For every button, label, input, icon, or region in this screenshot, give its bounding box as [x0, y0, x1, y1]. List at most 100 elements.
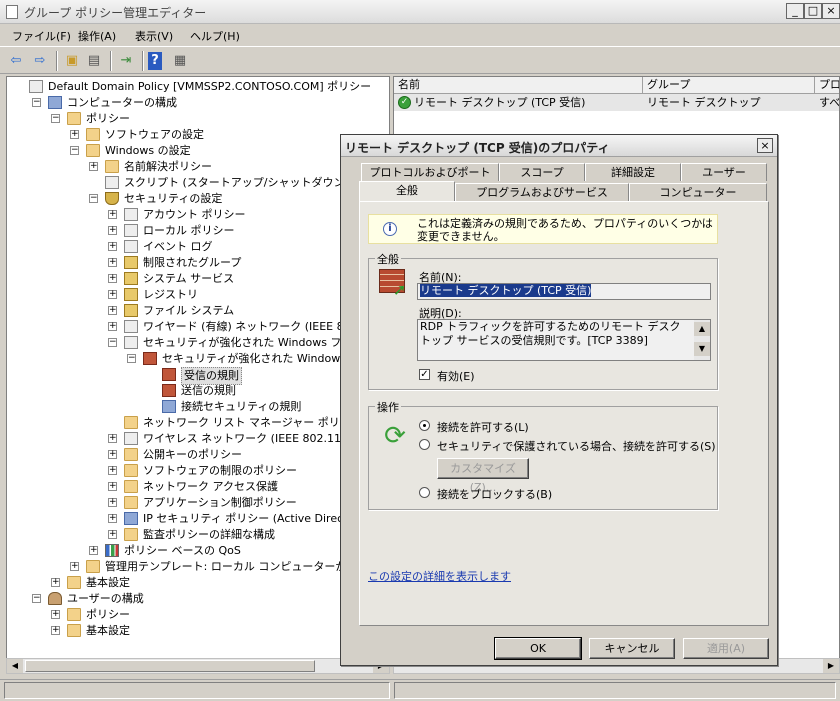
tree-item-label: 基本設定 — [86, 624, 130, 637]
menu-view[interactable]: 表示(V) — [135, 28, 173, 44]
menu-help[interactable]: ヘルプ(H) — [190, 28, 240, 44]
customize-button[interactable]: カスタマイズ(Z)... — [437, 458, 529, 494]
tab-users[interactable]: ユーザー — [681, 163, 767, 181]
tree-item-label: 基本設定 — [86, 576, 130, 589]
window-title: グループ ポリシー管理エディター — [24, 6, 207, 20]
expand-icon[interactable]: + — [108, 210, 117, 219]
export-list-icon[interactable]: ⇥ — [116, 52, 136, 70]
help-icon[interactable]: ? — [148, 52, 162, 70]
enabled-checkbox[interactable]: ✓ — [419, 369, 430, 380]
expand-icon[interactable]: + — [108, 290, 117, 299]
scroll-up-arrow-icon[interactable]: ▲ — [694, 322, 710, 336]
column-header-profile[interactable]: プロ — [815, 77, 839, 94]
expand-icon[interactable]: + — [108, 482, 117, 491]
expand-icon[interactable]: + — [89, 162, 98, 171]
folder-icon — [86, 128, 100, 141]
dialog-close-button[interactable]: × — [757, 138, 773, 153]
app-icon — [6, 5, 18, 19]
folder-icon — [67, 112, 81, 125]
collapse-icon[interactable]: − — [51, 114, 60, 123]
description-scrollbar[interactable]: ▲ ▼ — [694, 320, 710, 360]
tab-computers[interactable]: コンピューター — [629, 183, 767, 201]
folder-icon — [67, 576, 81, 589]
block-connection-radio[interactable] — [419, 487, 430, 498]
expand-icon[interactable]: + — [70, 130, 79, 139]
expand-icon[interactable]: + — [108, 466, 117, 475]
tree-item-label: セキュリティの設定 — [124, 192, 223, 205]
expand-icon[interactable]: + — [51, 610, 60, 619]
tree-item-label: ソフトウェアの制限のポリシー — [143, 464, 297, 477]
expand-icon[interactable]: + — [108, 306, 117, 315]
properties-icon[interactable]: ▦ — [170, 52, 190, 70]
dialog-title-bar: リモート デスクトップ (TCP 受信)のプロパティ × — [341, 135, 777, 157]
status-cell — [394, 682, 836, 699]
expand-icon[interactable]: + — [108, 498, 117, 507]
table-row[interactable]: ✓ リモート デスクトップ (TCP 受信) リモート デスクトップ すべ — [394, 94, 839, 111]
collapse-icon[interactable]: − — [108, 338, 117, 347]
scroll-right-arrow-icon[interactable]: ▶ — [823, 659, 839, 673]
collapse-icon[interactable]: − — [127, 354, 136, 363]
back-arrow-icon[interactable]: ⇦ — [6, 52, 26, 70]
expand-icon[interactable]: + — [108, 514, 117, 523]
scroll-left-arrow-icon[interactable]: ◀ — [7, 659, 23, 673]
minimize-button[interactable]: _ — [786, 3, 804, 19]
tab-protocols-ports[interactable]: プロトコルおよびポート — [361, 163, 499, 181]
expand-icon[interactable]: + — [89, 546, 98, 555]
collapse-icon[interactable]: − — [70, 146, 79, 155]
info-icon: i — [383, 222, 397, 236]
expand-icon[interactable]: + — [70, 562, 79, 571]
dialog-title: リモート デスクトップ (TCP 受信)のプロパティ — [345, 141, 610, 155]
tab-general[interactable]: 全般 — [359, 181, 455, 201]
expand-icon[interactable]: + — [51, 578, 60, 587]
tab-scope[interactable]: スコープ — [499, 163, 585, 181]
collapse-icon[interactable]: − — [89, 194, 98, 203]
expand-icon[interactable]: + — [108, 530, 117, 539]
expand-icon[interactable]: + — [108, 434, 117, 443]
folder-icon — [67, 624, 81, 637]
allow-connection-radio[interactable] — [419, 420, 430, 431]
tab-programs-services[interactable]: プログラムおよびサービス — [455, 183, 629, 201]
expand-icon[interactable]: + — [108, 258, 117, 267]
show-hide-tree-icon[interactable]: ▤ — [84, 52, 104, 70]
expand-icon[interactable]: + — [108, 226, 117, 235]
enabled-label: 有効(E) — [437, 370, 475, 383]
menu-file[interactable]: ファイル(F) — [12, 28, 71, 44]
wall-icon — [162, 368, 176, 381]
folder-icon — [124, 448, 138, 461]
ok-button[interactable]: OK — [494, 637, 582, 660]
info-banner: i これは定義済みの規則であるため、プロパティのいくつかは変更できません。 — [368, 214, 718, 244]
toolbar: ⇦ ⇨ ▣ ▤ ⇥ ? ▦ — [0, 46, 840, 74]
allow-secure-radio[interactable] — [419, 439, 430, 450]
description-value: RDP トラフィックを許可するためのリモート デスクトップ サービスの受信規則で… — [420, 320, 681, 347]
description-field[interactable]: RDP トラフィックを許可するためのリモート デスクトップ サービスの受信規則で… — [417, 319, 711, 361]
learn-more-link[interactable]: この設定の詳細を表示します — [368, 568, 511, 584]
rule-enabled-icon: ✓ — [398, 96, 411, 109]
doc-icon — [105, 176, 119, 189]
forward-arrow-icon[interactable]: ⇨ — [30, 52, 50, 70]
cancel-button[interactable]: キャンセル — [589, 638, 675, 659]
collapse-icon[interactable]: − — [32, 594, 41, 603]
apply-button[interactable]: 適用(A) — [683, 638, 769, 659]
scroll-down-arrow-icon[interactable]: ▼ — [694, 342, 710, 356]
column-header-name[interactable]: 名前 — [394, 77, 643, 94]
name-field[interactable]: リモート デスクトップ (TCP 受信) — [417, 283, 711, 300]
maximize-button[interactable]: □ — [804, 3, 822, 19]
up-folder-icon[interactable]: ▣ — [62, 52, 82, 70]
column-header-group[interactable]: グループ — [643, 77, 815, 94]
expand-icon[interactable]: + — [108, 322, 117, 331]
general-tab-panel: i これは定義済みの規則であるため、プロパティのいくつかは変更できません。 全般… — [359, 201, 769, 626]
action-group-title: 操作 — [375, 399, 401, 415]
collapse-icon[interactable]: − — [32, 98, 41, 107]
tree-item-label: ポリシー — [86, 112, 130, 125]
tree-item-label: ユーザーの構成 — [67, 592, 144, 605]
tree-item-label: Default Domain Policy [VMMSSP2.CONTOSO.C… — [48, 80, 372, 93]
tree-horizontal-scrollbar[interactable]: ◀ ▶ — [6, 658, 390, 674]
close-button[interactable]: × — [822, 3, 840, 19]
expand-icon[interactable]: + — [108, 450, 117, 459]
expand-icon[interactable]: + — [108, 274, 117, 283]
expand-icon[interactable]: + — [108, 242, 117, 251]
menu-action[interactable]: 操作(A) — [78, 28, 116, 44]
tab-advanced[interactable]: 詳細設定 — [585, 163, 681, 181]
expand-icon[interactable]: + — [51, 626, 60, 635]
scroll-thumb[interactable] — [25, 660, 315, 672]
